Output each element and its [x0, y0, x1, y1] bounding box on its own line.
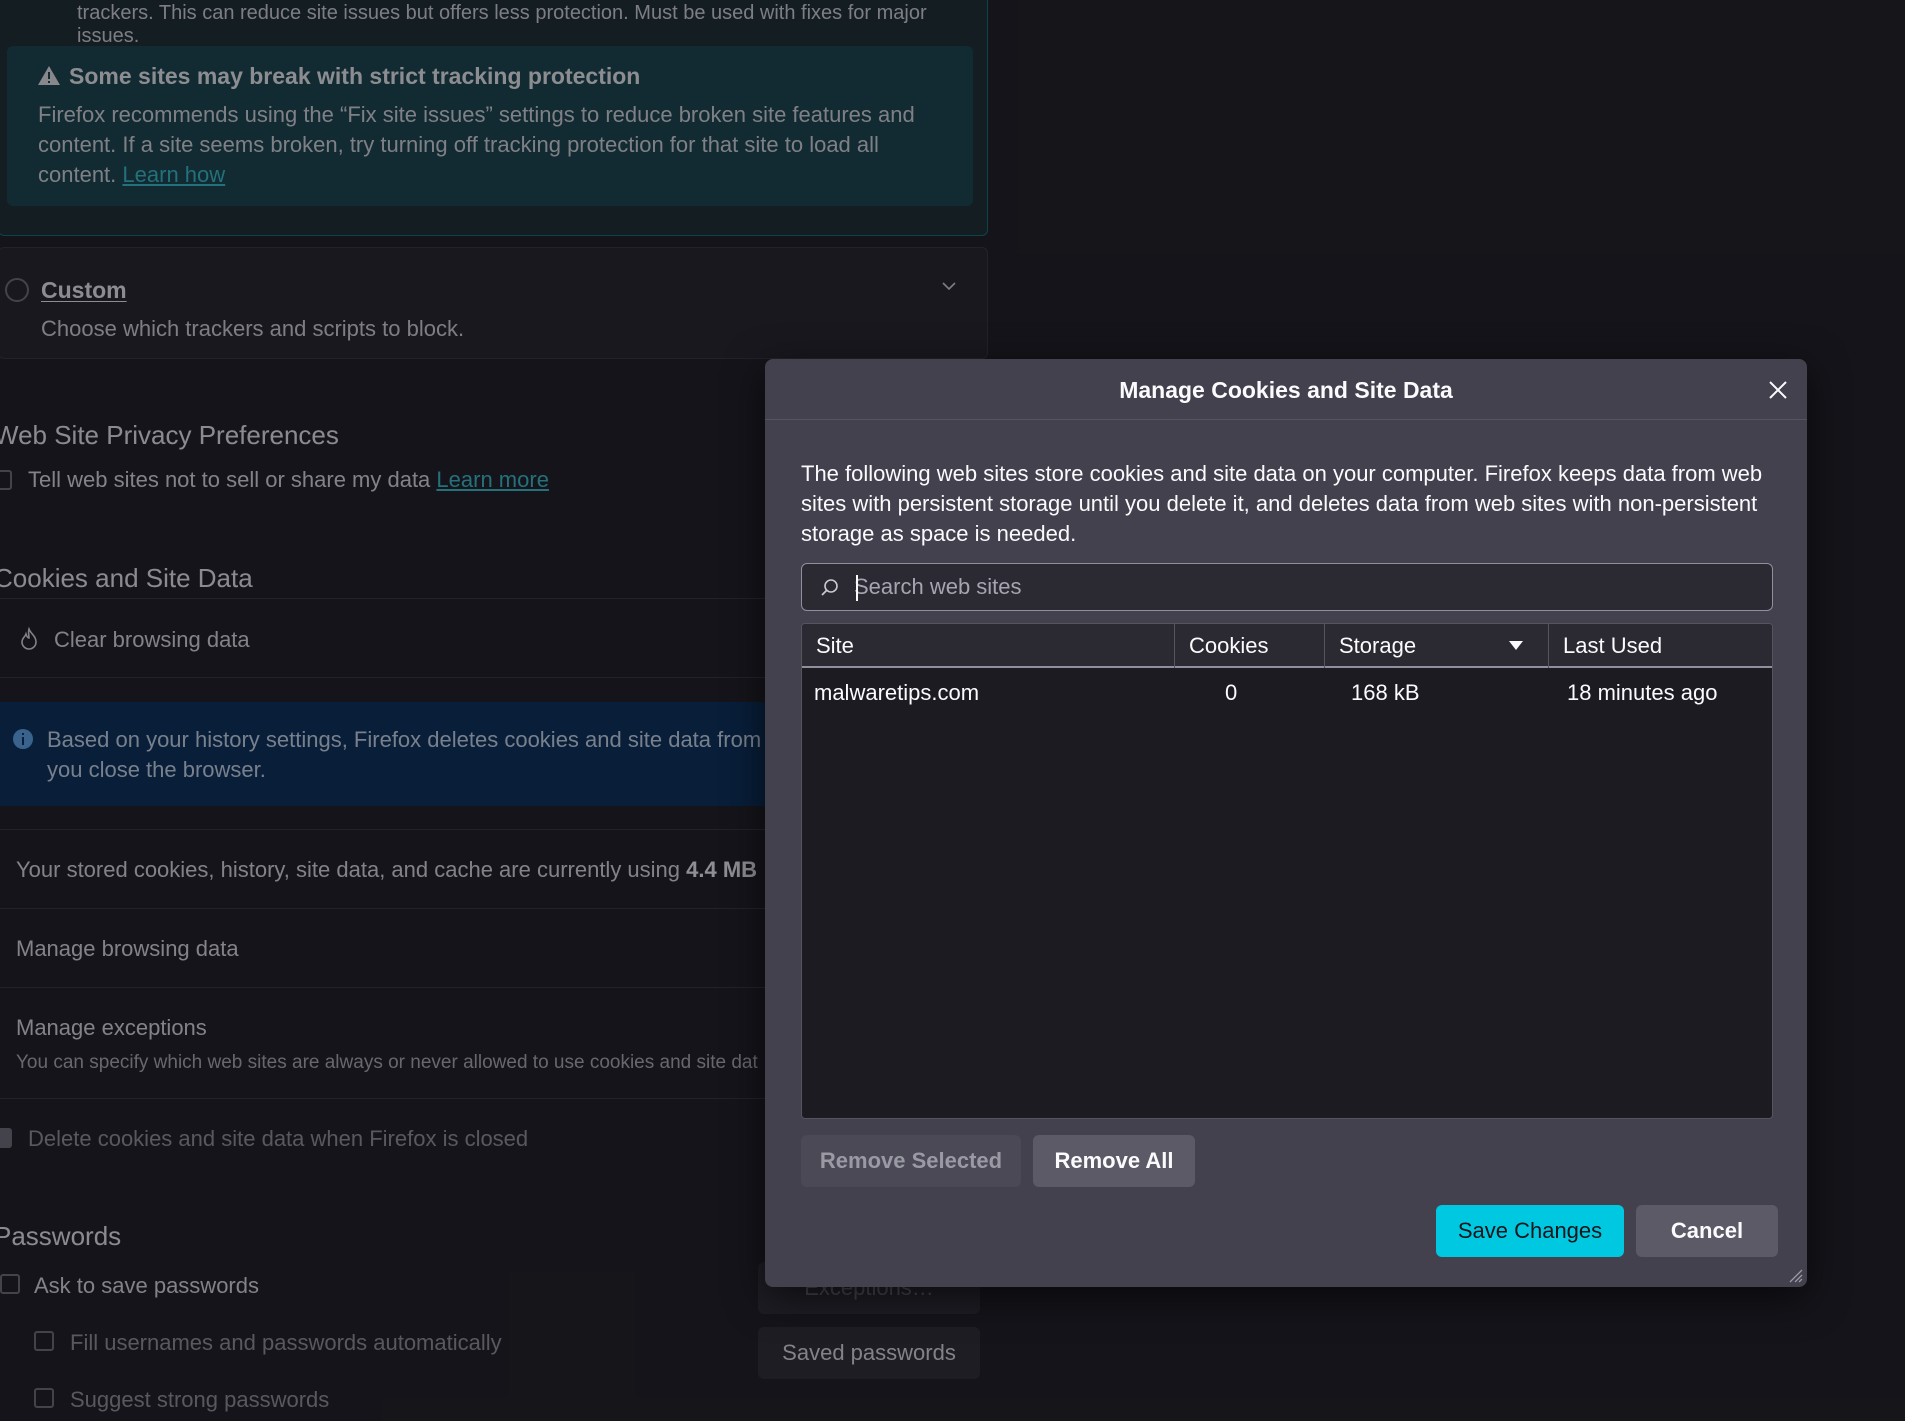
resize-grip-icon[interactable] [1785, 1265, 1803, 1283]
dialog-title: Manage Cookies and Site Data [1119, 377, 1453, 403]
column-header-storage-label: Storage [1339, 633, 1417, 658]
cancel-button[interactable]: Cancel [1636, 1205, 1778, 1257]
save-changes-button[interactable]: Save Changes [1436, 1205, 1624, 1257]
cell-site: malwaretips.com [814, 680, 980, 705]
dialog-header-divider [765, 419, 1807, 420]
column-header-storage[interactable]: Storage [1325, 624, 1549, 668]
sort-descending-icon [1509, 641, 1523, 650]
table-header: Site Cookies Storage Last Used [802, 624, 1772, 668]
manage-cookies-dialog: Manage Cookies and Site Data The followi… [765, 359, 1807, 1287]
dialog-description: The following web sites store cookies an… [801, 461, 1763, 546]
close-icon[interactable] [1761, 373, 1795, 407]
cell-storage: 168 kB [1351, 680, 1420, 705]
cell-last-used: 18 minutes ago [1567, 680, 1718, 705]
text-caret [856, 575, 858, 601]
search-box[interactable] [801, 563, 1773, 611]
search-input[interactable] [854, 570, 1754, 604]
remove-all-button[interactable]: Remove All [1033, 1135, 1195, 1187]
remove-selected-button[interactable]: Remove Selected [801, 1135, 1021, 1187]
column-header-site[interactable]: Site [802, 624, 1175, 668]
column-header-last-used[interactable]: Last Used [1549, 624, 1772, 668]
cell-cookies: 0 [1225, 680, 1238, 705]
column-header-cookies[interactable]: Cookies [1175, 624, 1325, 668]
sites-table[interactable]: Site Cookies Storage Last Used malwareti… [801, 623, 1773, 1119]
search-icon [821, 579, 838, 596]
